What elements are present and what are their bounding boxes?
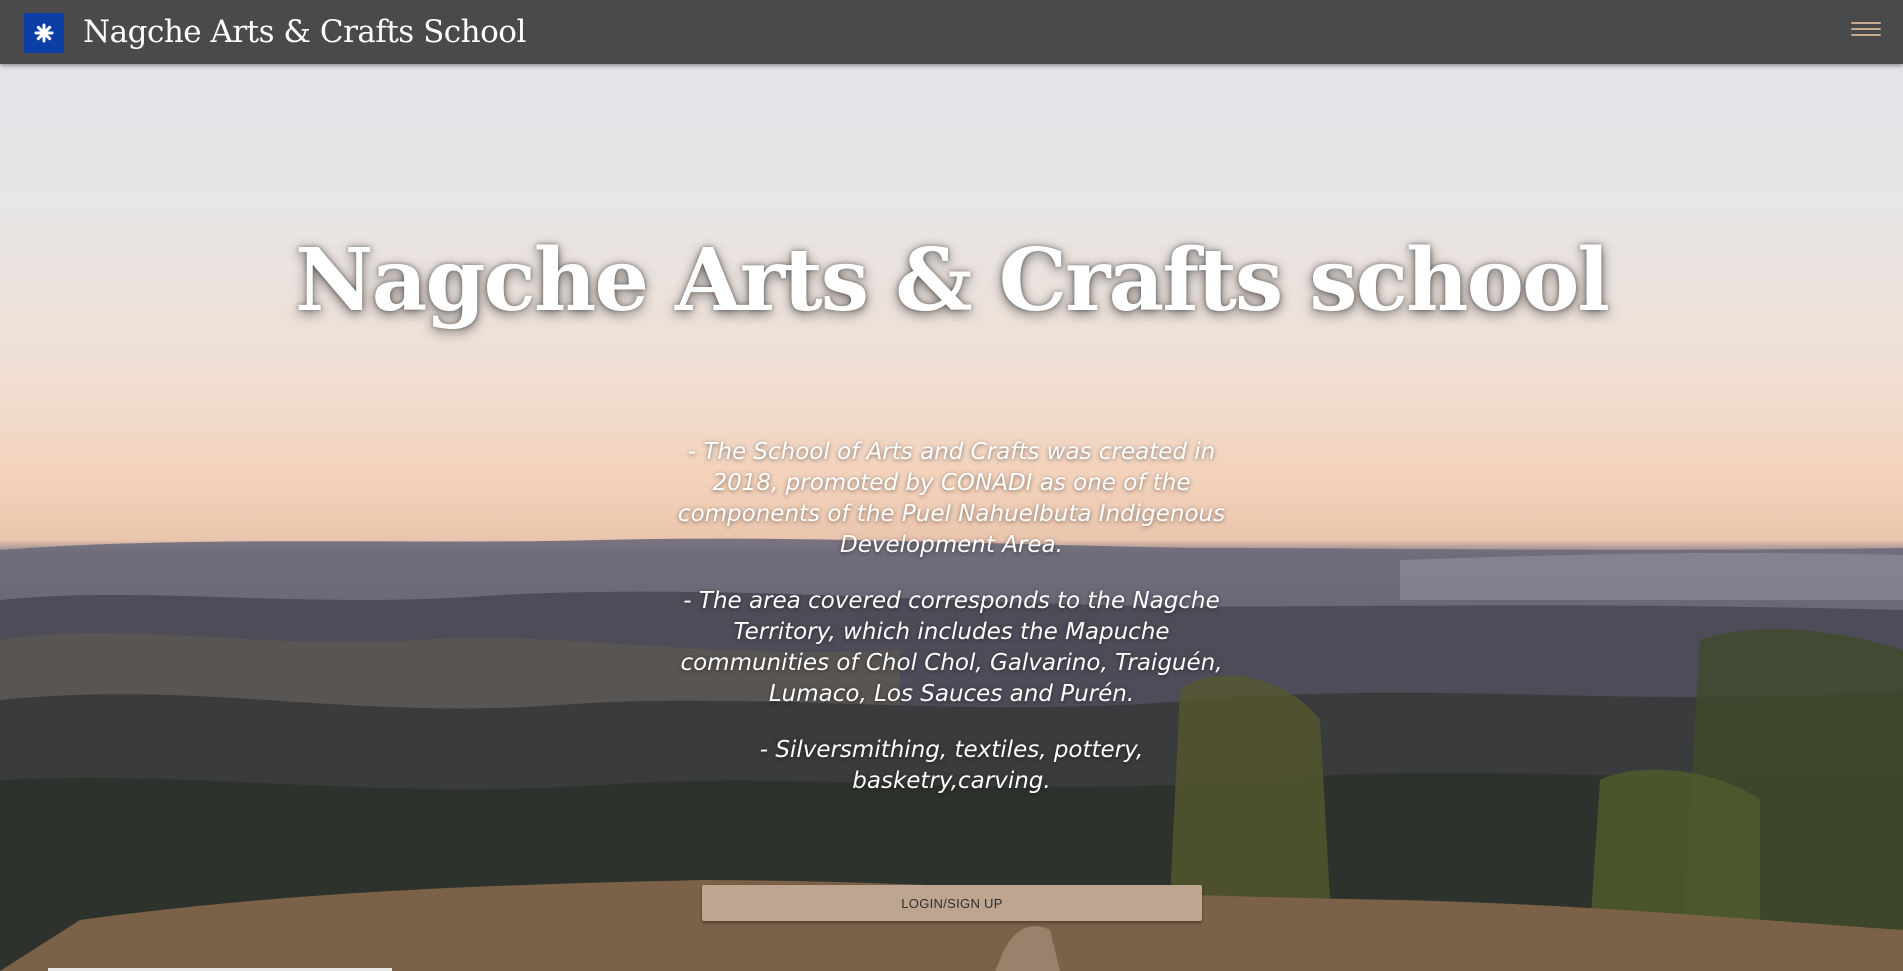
page: Nagche Arts & Crafts School Nagche Arts … (0, 0, 1903, 971)
star-icon (34, 23, 54, 43)
brand-title[interactable]: Nagche Arts & Crafts School (83, 11, 526, 53)
hero-title: Nagche Arts & Crafts school (295, 230, 1610, 331)
hamburger-menu-icon[interactable] (1851, 18, 1881, 46)
brand-logo[interactable] (24, 13, 64, 53)
hero-paragraph-territory: - The area covered corresponds to the Na… (680, 588, 1223, 707)
hero-paragraph-history: - The School of Arts and Crafts was crea… (677, 439, 1226, 558)
hero-description: - The School of Arts and Crafts was crea… (660, 437, 1243, 822)
login-signup-button[interactable]: LOGIN/SIGN UP (702, 885, 1202, 921)
top-navbar: Nagche Arts & Crafts School (0, 0, 1903, 64)
hero-paragraph-crafts: - Silversmithing, textiles, pottery, bas… (759, 737, 1144, 794)
